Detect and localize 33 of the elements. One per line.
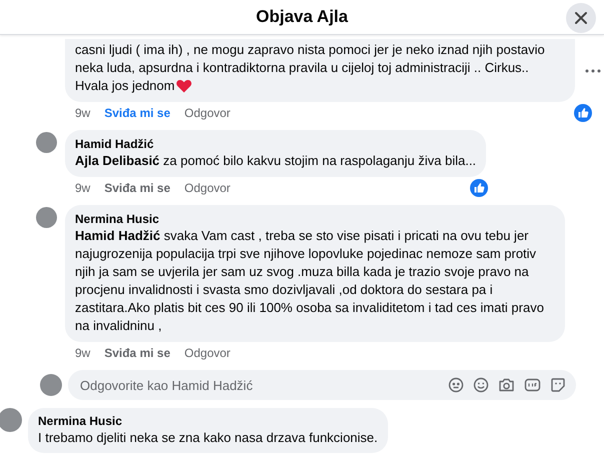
comment-author[interactable]: Nermina Husic — [38, 413, 378, 429]
reply-composer[interactable]: Odgovorite kao Hamid Hadžić — [68, 370, 576, 400]
comment-text: casni ljudi ( ima ih) , ne mogu zapravo nista pomoci jer je neko iznad njih postavio neka luda, apsurdna i kontradiktorna pravila u cijeloj toj administraciji .. Cirkus.. — [75, 41, 546, 77]
like-link[interactable]: Sviđa mi se — [104, 106, 170, 120]
close-icon — [574, 11, 588, 25]
reply-link[interactable]: Odgovor — [184, 181, 230, 195]
comment-text: I trebamo djeliti neka se zna kako nasa drzava funkcionise. — [38, 429, 378, 447]
emoji-icon[interactable] — [473, 377, 489, 393]
comment-author[interactable]: Nermina Husic — [75, 211, 555, 227]
comment-text: Ajla Delibasić za pomoć bilo kakvu stojim na raspolaganju živa bila... — [75, 152, 476, 170]
camera-icon[interactable] — [498, 377, 515, 393]
comment-text: Hamid Hadžić svaka Vam cast , treba se sto vise pisati i pricati na ovu tebu jer najugrozenija populacija trpi sve njihove lopovluke pojedinac nemoze sam protiv njih ja sam se uvjerila jer sam uz svog .muza billa kada je trazio svoje pravo na procjenu invalidnosti i svasta smo dozivljavali ,od doktora do sestara pa i zastitara.Ako platis bit ces 90 ili 100% osoba sa invaliditetom i tad ces imati pravo na invalidninu , — [75, 227, 545, 335]
avatar[interactable] — [40, 374, 62, 396]
avatar-sticker-icon[interactable] — [448, 377, 464, 393]
dialog-title: Objava Ajla — [256, 7, 348, 27]
heart-icon — [176, 79, 192, 93]
avatar[interactable] — [36, 132, 57, 153]
comment-text: Hvala jos jednom — [75, 77, 175, 95]
sticker-icon[interactable] — [550, 377, 566, 393]
reply-input[interactable]: Odgovorite kao Hamid Hadžić — [78, 376, 439, 394]
like-link[interactable]: Sviđa mi se — [104, 181, 170, 195]
comment-time: 9w — [75, 106, 90, 120]
reply-link[interactable]: Odgovor — [184, 346, 230, 360]
reply-link[interactable]: Odgovor — [184, 106, 230, 120]
comment-time: 9w — [75, 181, 90, 195]
comment-time: 9w — [75, 346, 90, 360]
avatar[interactable] — [0, 408, 22, 432]
like-link[interactable]: Sviđa mi se — [104, 346, 170, 360]
comment-author[interactable]: Hamid Hadžić — [75, 136, 476, 152]
gif-icon[interactable] — [524, 377, 541, 393]
close-button[interactable] — [566, 3, 596, 33]
avatar[interactable] — [36, 207, 57, 228]
more-options-icon[interactable] — [585, 68, 601, 72]
